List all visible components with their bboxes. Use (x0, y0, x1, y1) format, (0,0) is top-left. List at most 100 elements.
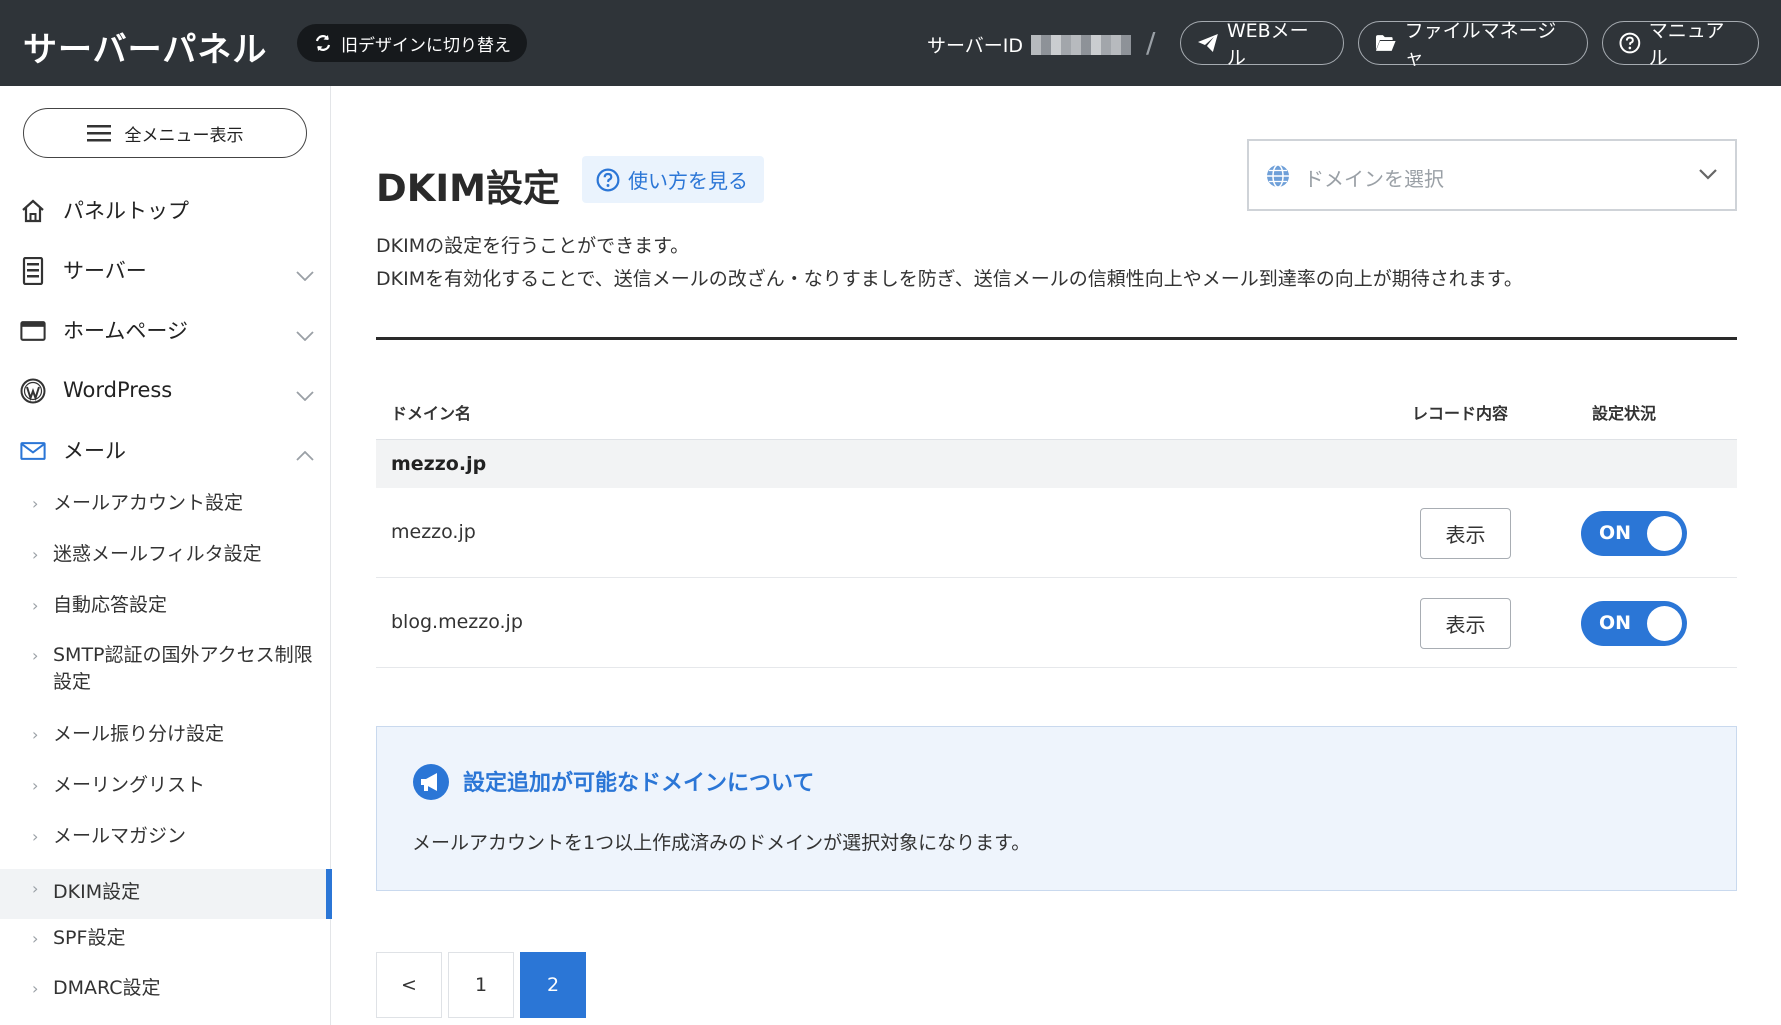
pagination-prev-button[interactable]: < (376, 952, 442, 1018)
page-title: DKIM設定 (376, 167, 560, 210)
folder-open-icon (1375, 35, 1396, 51)
chevron-down-icon (296, 262, 314, 286)
server-id-value-masked (1031, 34, 1132, 55)
sidebar-subitem-label: メーリングリスト (53, 774, 206, 796)
globe-icon (1265, 163, 1291, 193)
pagination: < 1 2 (376, 952, 586, 1018)
sidebar-item-label: パネルトップ (63, 199, 189, 223)
chevron-right-icon: › (32, 646, 39, 665)
chevron-down-icon (296, 322, 314, 346)
sidebar-item-label: メール (63, 439, 126, 463)
chevron-right-icon: › (32, 596, 39, 615)
chevron-up-icon (296, 442, 314, 466)
chevron-right-icon: › (32, 979, 39, 998)
toggle-knob (1647, 606, 1682, 641)
chevron-right-icon: › (32, 879, 39, 898)
table-row: mezzo.jp 表示 ON (376, 489, 1737, 578)
sidebar-item-label: ホームページ (63, 319, 188, 343)
chevron-down-icon (296, 382, 314, 406)
sidebar-subitem-label: メールアカウント設定 (53, 492, 244, 514)
column-header-record: レコード内容 (1412, 404, 1509, 423)
server-id-label: サーバーID (927, 35, 1024, 57)
pagination-page-1[interactable]: 1 (448, 952, 514, 1018)
all-menu-button[interactable]: 全メニュー表示 (23, 108, 307, 158)
paper-plane-icon (1197, 34, 1218, 52)
group-domain-name: mezzo.jp (391, 453, 487, 475)
chevron-right-icon: › (32, 827, 39, 846)
server-id: サーバーID (927, 31, 1132, 58)
sidebar-subitem-smtp-restriction[interactable]: › SMTP認証の国外アクセス制限設定 (0, 642, 331, 706)
table-group-row: mezzo.jp (376, 440, 1737, 488)
sidebar-subitem-mail-account[interactable]: › メールアカウント設定 (0, 490, 331, 530)
dkim-status-toggle[interactable]: ON (1581, 511, 1687, 556)
brand-title: サーバーパネル (23, 30, 268, 70)
all-menu-label: 全メニュー表示 (124, 125, 244, 146)
sidebar-subitem-label: DKIM設定 (53, 881, 141, 903)
toggle-label: ON (1599, 522, 1632, 544)
sidebar-subitem-spam-filter[interactable]: › 迷惑メールフィルタ設定 (0, 541, 331, 581)
pagination-page-2[interactable]: 2 (520, 952, 586, 1018)
sidebar-item-server[interactable]: サーバー (0, 250, 331, 290)
row-domain-name: mezzo.jp (391, 521, 476, 543)
notice-text: メールアカウントを1つ以上作成済みのドメインが選択対象になります。 (412, 832, 1031, 854)
domain-select-placeholder: ドメインを選択 (1304, 167, 1444, 191)
browser-window-icon (20, 318, 46, 344)
question-circle-icon (596, 168, 620, 191)
sidebar: 全メニュー表示 パネルトップ サーバー ホームページ WordPress メール… (0, 86, 332, 1025)
sidebar-subitem-dkim[interactable]: › DKIM設定 (0, 869, 332, 919)
sidebar-subitem-mail-magazine[interactable]: › メールマガジン (0, 823, 331, 863)
chevron-right-icon: › (32, 545, 39, 564)
howto-button[interactable]: 使い方を見る (582, 156, 764, 203)
chevron-down-icon (1699, 165, 1717, 184)
section-divider (376, 337, 1737, 340)
column-header-domain: ドメイン名 (391, 404, 472, 423)
chevron-right-icon: › (32, 725, 39, 744)
top-bar: サーバーパネル 旧デザインに切り替え サーバーID / WEBメール ファイルマ… (0, 0, 1781, 86)
notice-title: 設定追加が可能なドメインについて (463, 771, 815, 796)
show-record-button[interactable]: 表示 (1420, 508, 1511, 559)
sidebar-subitem-mailing-list[interactable]: › メーリングリスト (0, 772, 331, 812)
sidebar-item-homepage[interactable]: ホームページ (0, 310, 331, 350)
refresh-icon (315, 35, 331, 51)
dkim-status-toggle[interactable]: ON (1581, 601, 1687, 646)
old-design-switch-button[interactable]: 旧デザインに切り替え (297, 24, 527, 62)
server-icon (20, 257, 46, 285)
old-design-label: 旧デザインに切り替え (341, 35, 511, 56)
sidebar-subitem-mail-sorting[interactable]: › メール振り分け設定 (0, 721, 331, 761)
file-manager-label: ファイルマネージャ (1404, 20, 1557, 69)
webmail-label: WEBメール (1226, 20, 1309, 69)
sidebar-item-mail[interactable]: メール (0, 430, 331, 470)
page-description: DKIMの設定を行うことができます。 DKIMを有効化することで、送信メールの改… (376, 230, 1736, 296)
sidebar-subitem-label: メール振り分け設定 (53, 723, 225, 745)
mail-icon (20, 438, 46, 464)
header-separator: / (1146, 26, 1156, 59)
manual-label: マニュアル (1648, 20, 1725, 69)
megaphone-icon (412, 763, 450, 805)
howto-label: 使い方を見る (628, 169, 748, 193)
manual-button[interactable]: マニュアル (1602, 20, 1759, 69)
question-circle-icon (1619, 32, 1641, 54)
hamburger-icon (86, 125, 111, 142)
sidebar-item-label: サーバー (63, 259, 147, 283)
toggle-knob (1647, 516, 1682, 551)
home-icon (20, 198, 46, 224)
column-header-status: 設定状況 (1592, 404, 1657, 423)
sidebar-subitem-spf[interactable]: › SPF設定 (0, 925, 331, 965)
chevron-right-icon: › (32, 929, 39, 948)
info-notice: 設定追加が可能なドメインについて メールアカウントを1つ以上作成済みのドメインが… (376, 726, 1737, 891)
description-line: DKIMの設定を行うことができます。 (376, 235, 690, 257)
sidebar-subitem-label: 自動応答設定 (53, 594, 168, 616)
sidebar-item-wordpress[interactable]: WordPress (0, 370, 331, 410)
sidebar-subitem-auto-reply[interactable]: › 自動応答設定 (0, 592, 331, 632)
show-record-button[interactable]: 表示 (1420, 598, 1511, 649)
sidebar-item-panel-top[interactable]: パネルトップ (0, 190, 331, 230)
sidebar-subitem-label: SMTP認証の国外アクセス制限設定 (53, 644, 313, 693)
file-manager-button[interactable]: ファイルマネージャ (1358, 20, 1588, 69)
webmail-button[interactable]: WEBメール (1180, 20, 1344, 69)
domain-select[interactable]: ドメインを選択 (1247, 139, 1737, 211)
sidebar-subitem-label: DMARC設定 (53, 977, 161, 999)
sidebar-subitem-dmarc[interactable]: › DMARC設定 (0, 975, 331, 1015)
chevron-right-icon: › (32, 776, 39, 795)
wordpress-icon (20, 378, 46, 404)
toggle-label: ON (1599, 612, 1632, 634)
